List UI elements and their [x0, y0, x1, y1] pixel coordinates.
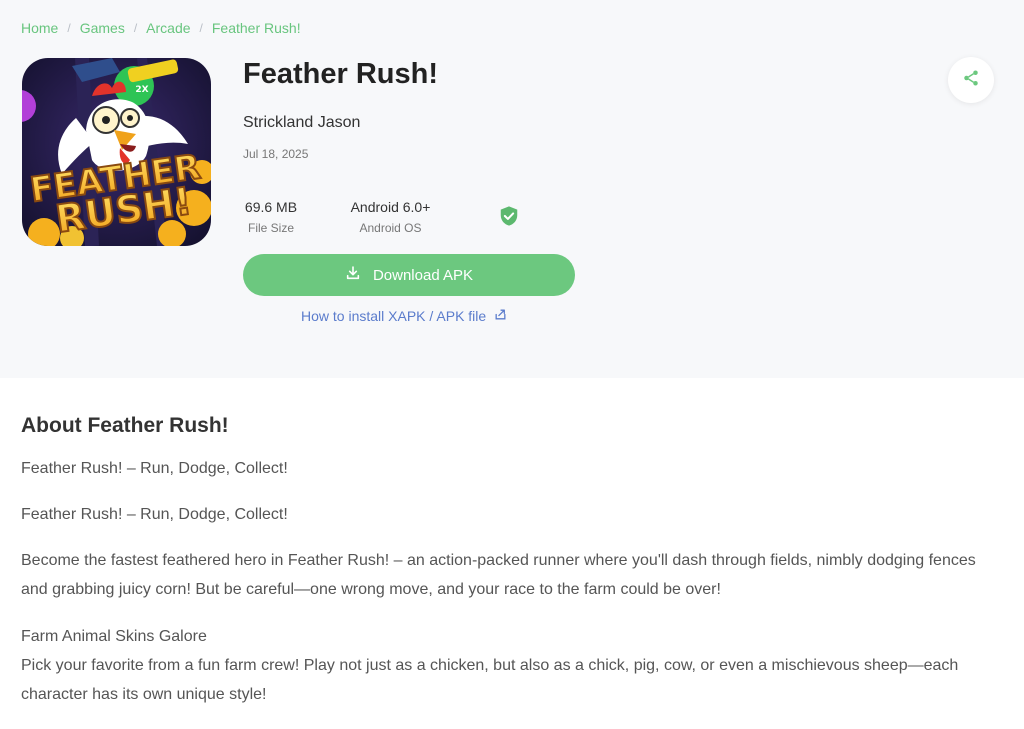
description-subheading: Farm Animal Skins Galore — [21, 628, 207, 645]
breadcrumb-home[interactable]: Home — [21, 20, 58, 36]
breadcrumb-separator: / — [199, 21, 203, 35]
download-apk-button[interactable]: Download APK — [243, 254, 575, 296]
release-date: Jul 18, 2025 — [243, 147, 309, 161]
share-button[interactable] — [948, 57, 994, 103]
breadcrumb-arcade[interactable]: Arcade — [146, 20, 190, 36]
file-size-label: File Size — [247, 221, 294, 235]
about-section-title: About Feather Rush! — [21, 414, 229, 437]
how-to-install-link[interactable]: How to install XAPK / APK file — [301, 308, 507, 324]
how-to-install-label: How to install XAPK / APK file — [301, 308, 487, 324]
share-icon — [962, 69, 980, 92]
developer-name[interactable]: Strickland Jason — [243, 114, 360, 132]
external-link-icon — [486, 308, 507, 324]
breadcrumb-separator: / — [67, 21, 71, 35]
description-section: Farm Animal Skins Galore Pick your favor… — [21, 622, 1001, 709]
download-apk-label: Download APK — [372, 266, 474, 284]
description-paragraph: Feather Rush! – Run, Dodge, Collect! — [21, 506, 288, 523]
verified-shield-icon — [498, 205, 520, 227]
breadcrumb: Home / Games / Arcade / Feather Rush! — [21, 20, 301, 36]
download-icon — [345, 265, 373, 285]
svg-text:2X: 2X — [135, 85, 148, 95]
android-os-stat: Android 6.0+ Android OS — [348, 199, 433, 235]
breadcrumb-separator: / — [133, 21, 138, 35]
breadcrumb-current[interactable]: Feather Rush! — [212, 20, 301, 36]
app-title: Feather Rush! — [243, 58, 438, 90]
description-paragraph: Become the fastest feathered hero in Fea… — [21, 552, 976, 598]
file-size-value: 69.6 MB — [244, 199, 298, 215]
android-os-value: Android 6.0+ — [350, 199, 431, 215]
android-os-label: Android OS — [359, 221, 422, 235]
breadcrumb-games[interactable]: Games — [80, 20, 125, 36]
app-icon: FEATHER RUSH! 2X — [22, 58, 211, 246]
file-size-stat: 69.6 MB File Size — [243, 199, 299, 235]
description-paragraph: Pick your favorite from a fun farm crew!… — [21, 657, 959, 703]
description-paragraph: Feather Rush! – Run, Dodge, Collect! — [21, 460, 288, 477]
